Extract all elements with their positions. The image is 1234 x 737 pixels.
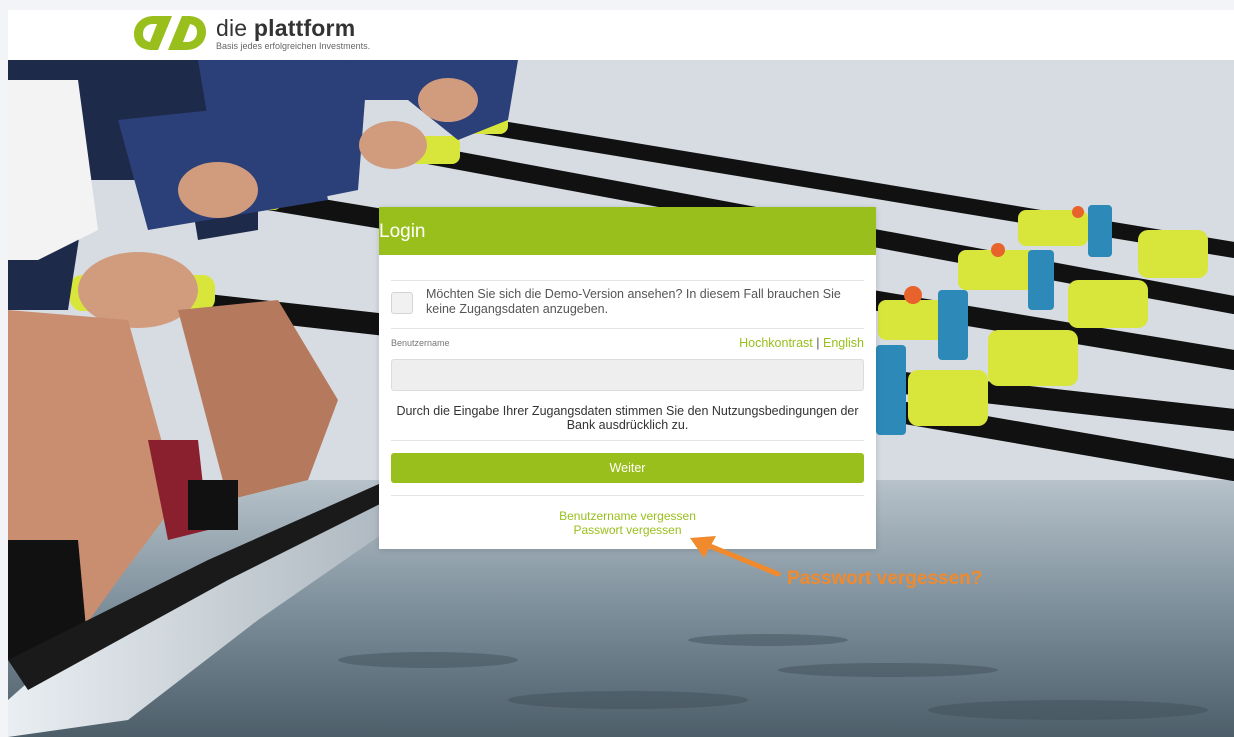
brand-bold: plattform — [253, 15, 356, 41]
forgot-username-link[interactable]: Benutzername vergessen — [391, 509, 864, 523]
divider — [391, 280, 864, 281]
logo-mark-icon — [134, 16, 206, 50]
annotation-text: Passwort vergessen? — [787, 568, 983, 589]
brand-name: die plattform — [216, 16, 370, 40]
english-link[interactable]: English — [823, 336, 864, 350]
divider — [391, 495, 864, 496]
forgot-links: Benutzername vergessen Passwort vergesse… — [391, 509, 864, 537]
header-bar: die plattform Basis jedes erfolgreichen … — [8, 10, 1234, 60]
annotation-arrow-icon — [690, 536, 781, 577]
divider — [391, 440, 864, 441]
weiter-button[interactable]: Weiter — [391, 453, 864, 483]
link-separator: | — [816, 336, 820, 350]
high-contrast-link[interactable]: Hochkontrast — [739, 336, 813, 350]
terms-text: Durch die Eingabe Ihrer Zugangsdaten sti… — [396, 404, 859, 432]
login-header: Login — [379, 207, 876, 255]
login-title: Login — [379, 221, 426, 242]
login-card: Login Möchten Sie sich die Demo-Version … — [379, 207, 876, 549]
username-label: Benutzername — [391, 338, 450, 348]
demo-option: Möchten Sie sich die Demo-Version ansehe… — [391, 287, 864, 317]
username-label-row: Benutzername Hochkontrast | English — [391, 336, 864, 350]
brand-tagline: Basis jedes erfolgreichen Investments. — [216, 41, 371, 51]
brand: die plattform Basis jedes erfolgreichen … — [216, 16, 370, 51]
demo-text: Möchten Sie sich die Demo-Version ansehe… — [426, 287, 841, 316]
divider — [391, 328, 864, 329]
language-links: Hochkontrast | English — [739, 336, 864, 350]
forgot-password-link[interactable]: Passwort vergessen — [391, 523, 864, 537]
brand-prefix: die — [216, 15, 254, 41]
demo-checkbox[interactable] — [391, 292, 413, 314]
logo[interactable]: die plattform Basis jedes erfolgreichen … — [132, 12, 370, 58]
username-input[interactable] — [391, 359, 864, 391]
